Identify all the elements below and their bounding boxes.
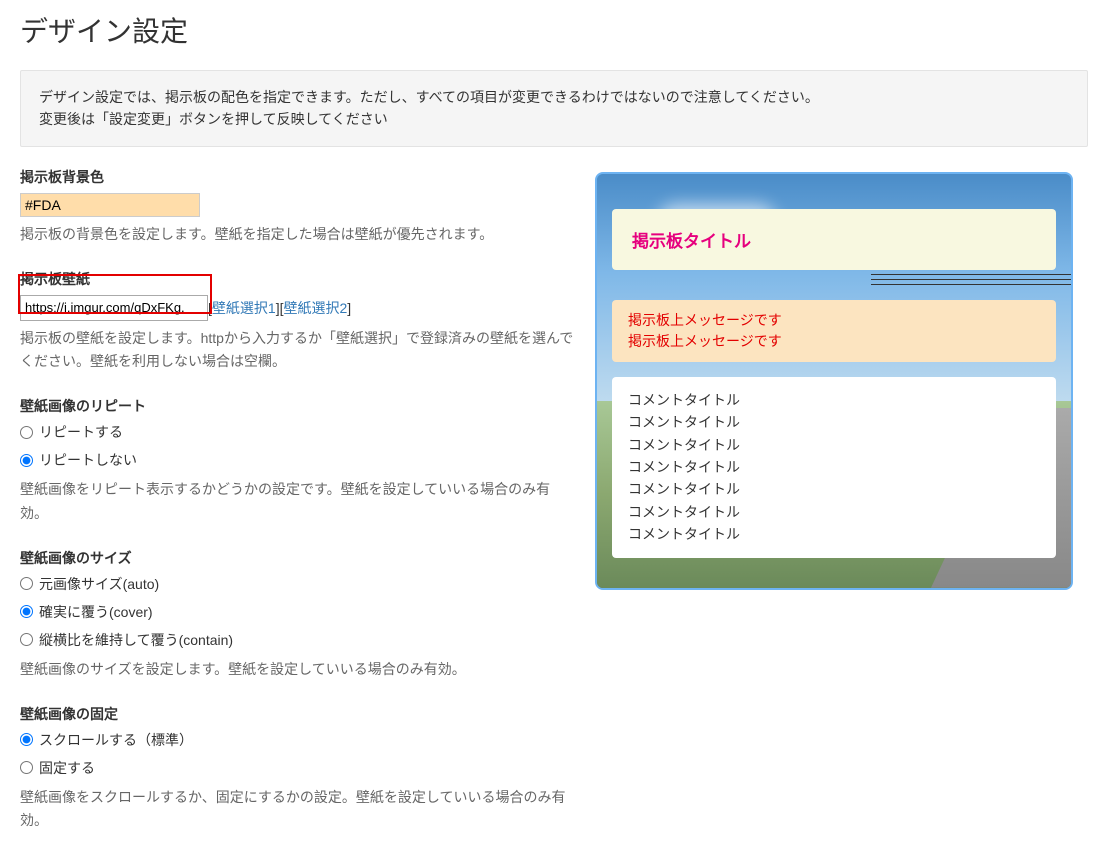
repeat-field: 壁紙画像のリピート リピートする リピートしない 壁紙画像をリピート表示するかど… — [20, 396, 575, 526]
bg-color-input[interactable] — [20, 193, 200, 217]
repeat-opt-1[interactable]: リピートする — [20, 422, 575, 442]
wallpaper-select-2-link[interactable]: 壁紙選択2 — [283, 300, 347, 316]
bg-color-label: 掲示板背景色 — [20, 167, 575, 187]
size-radio-3[interactable] — [20, 633, 33, 646]
content-area: 掲示板背景色 掲示板の背景色を設定します。壁紙を指定した場合は壁紙が優先されます… — [20, 167, 1088, 855]
wallpaper-select-1-link[interactable]: 壁紙選択1 — [212, 300, 276, 316]
size-opt-3-label: 縦横比を維持して覆う(contain) — [39, 630, 233, 650]
preview-msg-1: 掲示板上メッセージです — [628, 310, 1040, 331]
preview-comment: コメントタイトル — [628, 389, 1040, 411]
attachment-field: 壁紙画像の固定 スクロールする（標準） 固定する 壁紙画像をスクロールするか、固… — [20, 704, 575, 834]
attachment-radio-1[interactable] — [20, 733, 33, 746]
preview-comment: コメントタイトル — [628, 411, 1040, 433]
wallpaper-help: 掲示板の壁紙を設定します。httpから入力するか「壁紙選択」で登録済みの壁紙を選… — [20, 327, 575, 375]
preview-comment: コメントタイトル — [628, 501, 1040, 523]
settings-column: 掲示板背景色 掲示板の背景色を設定します。壁紙を指定した場合は壁紙が優先されます… — [20, 167, 575, 855]
preview-comment: コメントタイトル — [628, 456, 1040, 478]
info-line-2: 変更後は「設定変更」ボタンを押して反映してください — [39, 108, 1069, 130]
preview-powerline — [871, 274, 1071, 275]
page-title: デザイン設定 — [20, 10, 1088, 50]
wallpaper-field: 掲示板壁紙 [壁紙選択1][壁紙選択2] 掲示板の壁紙を設定します。httpから… — [20, 269, 575, 375]
attachment-opt-1[interactable]: スクロールする（標準） — [20, 730, 575, 750]
bg-color-help: 掲示板の背景色を設定します。壁紙を指定した場合は壁紙が優先されます。 — [20, 223, 575, 247]
size-opt-2-label: 確実に覆う(cover) — [39, 602, 153, 622]
preview-box: 掲示板タイトル 掲示板上メッセージです 掲示板上メッセージです コメントタイトル… — [595, 172, 1073, 590]
wallpaper-label: 掲示板壁紙 — [20, 269, 575, 289]
wallpaper-links-wrap: [壁紙選択1][壁紙選択2] — [208, 298, 351, 318]
attachment-radio-2[interactable] — [20, 761, 33, 774]
repeat-label: 壁紙画像のリピート — [20, 396, 575, 416]
repeat-radio-2[interactable] — [20, 454, 33, 467]
preview-powerline — [871, 279, 1071, 280]
preview-message-box: 掲示板上メッセージです 掲示板上メッセージです — [612, 300, 1056, 362]
size-radio-2[interactable] — [20, 605, 33, 618]
wallpaper-row: [壁紙選択1][壁紙選択2] — [20, 295, 575, 321]
preview-comment-box: コメントタイトル コメントタイトル コメントタイトル コメントタイトル コメント… — [612, 377, 1056, 558]
size-help: 壁紙画像のサイズを設定します。壁紙を設定していいる場合のみ有効。 — [20, 658, 575, 682]
attachment-opt-2-label: 固定する — [39, 758, 95, 778]
size-opt-1[interactable]: 元画像サイズ(auto) — [20, 574, 575, 594]
info-box: デザイン設定では、掲示板の配色を指定できます。ただし、すべての項目が変更できるわ… — [20, 70, 1088, 147]
preview-title-box: 掲示板タイトル — [612, 209, 1056, 270]
repeat-help: 壁紙画像をリピート表示するかどうかの設定です。壁紙を設定していいる場合のみ有効。 — [20, 478, 575, 526]
wallpaper-input[interactable] — [20, 295, 208, 321]
preview-msg-2: 掲示板上メッセージです — [628, 331, 1040, 352]
size-radio-1[interactable] — [20, 577, 33, 590]
page-container: デザイン設定 デザイン設定では、掲示板の配色を指定できます。ただし、すべての項目… — [0, 0, 1108, 865]
repeat-opt-2-label: リピートしない — [39, 450, 137, 470]
attachment-label: 壁紙画像の固定 — [20, 704, 575, 724]
bg-color-field: 掲示板背景色 掲示板の背景色を設定します。壁紙を指定した場合は壁紙が優先されます… — [20, 167, 575, 247]
size-opt-2[interactable]: 確実に覆う(cover) — [20, 602, 575, 622]
preview-comment: コメントタイトル — [628, 478, 1040, 500]
size-opt-3[interactable]: 縦横比を維持して覆う(contain) — [20, 630, 575, 650]
repeat-radio-1[interactable] — [20, 426, 33, 439]
preview-comment: コメントタイトル — [628, 523, 1040, 545]
repeat-opt-1-label: リピートする — [39, 422, 123, 442]
attachment-opt-1-label: スクロールする（標準） — [39, 730, 193, 750]
size-field: 壁紙画像のサイズ 元画像サイズ(auto) 確実に覆う(cover) 縦横比を維… — [20, 548, 575, 682]
preview-title-text: 掲示板タイトル — [632, 227, 1036, 252]
preview-column: 掲示板タイトル 掲示板上メッセージです 掲示板上メッセージです コメントタイトル… — [595, 167, 1075, 855]
size-label: 壁紙画像のサイズ — [20, 548, 575, 568]
preview-powerline — [871, 284, 1071, 285]
attachment-help: 壁紙画像をスクロールするか、固定にするかの設定。壁紙を設定していいる場合のみ有効… — [20, 786, 575, 834]
info-line-1: デザイン設定では、掲示板の配色を指定できます。ただし、すべての項目が変更できるわ… — [39, 86, 1069, 108]
repeat-opt-2[interactable]: リピートしない — [20, 450, 575, 470]
attachment-opt-2[interactable]: 固定する — [20, 758, 575, 778]
preview-comment: コメントタイトル — [628, 434, 1040, 456]
size-opt-1-label: 元画像サイズ(auto) — [39, 574, 159, 594]
